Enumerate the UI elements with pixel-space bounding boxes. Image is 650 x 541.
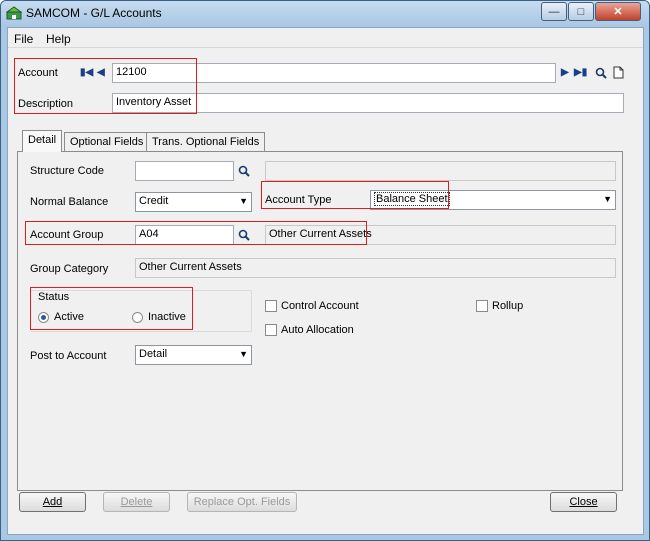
status-active-label[interactable]: Active xyxy=(54,311,84,323)
account-finder-icon[interactable] xyxy=(595,67,607,79)
dropdown-arrow-icon: ▼ xyxy=(603,194,612,204)
normal-balance-select[interactable]: Credit ▼ xyxy=(135,192,252,212)
last-record-icon[interactable]: ▶▮ xyxy=(574,67,587,78)
structure-code-description xyxy=(265,161,616,181)
next-record-icon[interactable]: ▶ xyxy=(561,67,569,78)
account-group-input[interactable]: A04 xyxy=(135,225,234,245)
gl-accounts-window: SAMCOM - G/L Accounts — □ ✕ File Help Ac… xyxy=(0,0,650,541)
status-label: Status xyxy=(38,291,70,303)
close-button[interactable]: Close xyxy=(550,492,617,512)
account-group-label: Account Group xyxy=(30,229,104,241)
close-icon: ✕ xyxy=(613,6,623,18)
rollup-label[interactable]: Rollup xyxy=(492,300,523,312)
menu-bar: File Help xyxy=(8,28,643,48)
post-to-account-select[interactable]: Detail ▼ xyxy=(135,345,252,365)
account-type-value: Balance Sheet xyxy=(374,192,450,206)
dropdown-arrow-icon: ▼ xyxy=(239,196,248,206)
tab-optional-fields[interactable]: Optional Fields xyxy=(64,132,150,152)
rollup-checkbox[interactable] xyxy=(476,300,488,312)
normal-balance-value: Credit xyxy=(139,195,169,207)
app-icon xyxy=(6,6,22,20)
menu-file[interactable]: File xyxy=(14,32,33,46)
auto-allocation-checkbox[interactable] xyxy=(265,324,277,336)
minimize-icon: — xyxy=(548,5,560,18)
tab-detail[interactable]: Detail xyxy=(22,130,63,152)
delete-button[interactable]: Delete xyxy=(103,492,170,512)
maximize-button[interactable]: □ xyxy=(568,2,594,21)
account-input[interactable]: 12100 xyxy=(112,63,556,83)
account-label: Account xyxy=(18,67,58,79)
window-title: SAMCOM - G/L Accounts xyxy=(26,6,162,20)
post-to-account-value: Detail xyxy=(139,348,168,360)
normal-balance-label: Normal Balance xyxy=(30,196,109,208)
post-to-account-label: Post to Account xyxy=(30,350,107,362)
previous-record-icon[interactable]: ◀ xyxy=(97,67,105,78)
account-group-description: Other Current Assets xyxy=(265,225,616,245)
maximize-icon: □ xyxy=(577,5,585,18)
add-button[interactable]: Add xyxy=(19,492,86,512)
client-area: File Help Account ▮◀ ◀ 12100 ▶ ▶▮ Descri… xyxy=(7,27,644,535)
title-bar[interactable]: SAMCOM - G/L Accounts — □ ✕ xyxy=(1,1,649,27)
control-account-label[interactable]: Control Account xyxy=(281,300,359,312)
dropdown-arrow-icon: ▼ xyxy=(239,349,248,359)
status-inactive-label[interactable]: Inactive xyxy=(148,311,186,323)
group-category-label: Group Category xyxy=(30,263,109,275)
new-document-icon[interactable] xyxy=(613,66,624,79)
tab-trans-optional-fields[interactable]: Trans. Optional Fields xyxy=(146,132,266,152)
auto-allocation-label[interactable]: Auto Allocation xyxy=(281,324,354,336)
structure-code-label: Structure Code xyxy=(30,165,104,177)
first-record-icon[interactable]: ▮◀ xyxy=(80,67,93,78)
menu-help[interactable]: Help xyxy=(46,32,71,46)
description-label: Description xyxy=(18,98,74,110)
status-inactive-radio[interactable] xyxy=(132,312,143,323)
structure-code-finder-icon[interactable] xyxy=(238,165,250,177)
status-active-radio[interactable] xyxy=(38,312,49,323)
structure-code-input[interactable] xyxy=(135,161,234,181)
account-type-select[interactable]: Balance Sheet ▼ xyxy=(370,190,616,210)
close-window-button[interactable]: ✕ xyxy=(595,2,641,21)
account-group-finder-icon[interactable] xyxy=(238,229,250,241)
minimize-button[interactable]: — xyxy=(541,2,567,21)
group-category-value: Other Current Assets xyxy=(135,258,616,278)
replace-opt-fields-button[interactable]: Replace Opt. Fields xyxy=(187,492,297,512)
control-account-checkbox[interactable] xyxy=(265,300,277,312)
account-type-label: Account Type xyxy=(265,194,332,206)
description-input[interactable]: Inventory Asset xyxy=(112,93,624,113)
